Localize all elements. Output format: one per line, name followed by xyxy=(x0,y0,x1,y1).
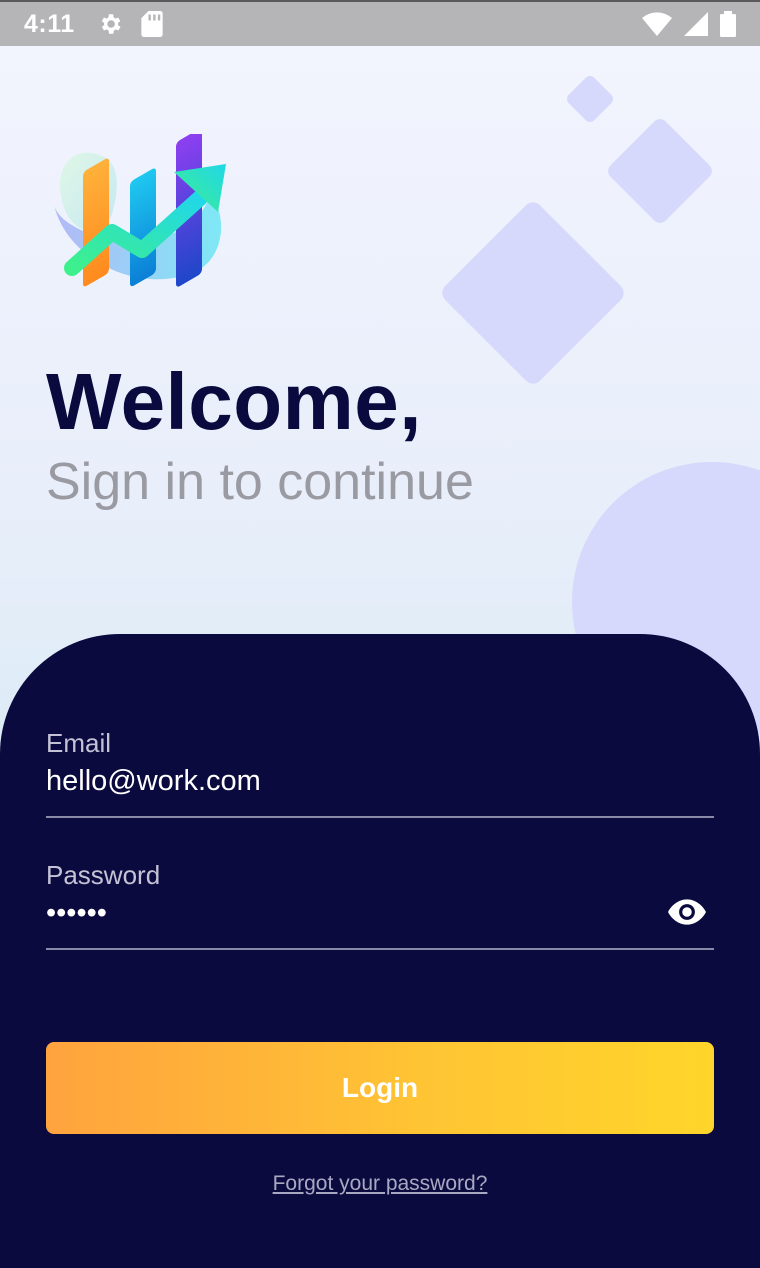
forgot-password-link[interactable]: Forgot your password? xyxy=(0,1172,760,1196)
page-title: Welcome, xyxy=(46,357,422,446)
email-label: Email xyxy=(46,728,112,758)
decor-diamond-medium xyxy=(604,115,716,227)
login-panel: Email Password Login Forgot your passwor… xyxy=(0,634,760,1268)
sd-card-icon xyxy=(141,11,163,37)
password-field: Password xyxy=(46,860,714,950)
page-subtitle: Sign in to continue xyxy=(46,453,474,511)
decor-diamond-small xyxy=(564,73,616,125)
email-input[interactable] xyxy=(46,765,646,798)
login-button[interactable]: Login xyxy=(46,1042,714,1134)
status-time: 4:11 xyxy=(24,9,75,38)
password-label: Password xyxy=(46,860,161,890)
status-bar: 4:11 xyxy=(0,0,760,46)
email-field: Email xyxy=(46,728,714,818)
login-screen: 4:11 Welcome, Sign in to continue Email … xyxy=(0,0,760,1268)
decor-diamond-large xyxy=(438,198,628,388)
gear-icon xyxy=(101,14,121,34)
password-input[interactable] xyxy=(46,897,646,930)
status-right-icons xyxy=(642,11,736,37)
signal-icon xyxy=(684,12,708,36)
battery-icon xyxy=(720,11,736,37)
status-left-icons xyxy=(97,11,163,37)
wifi-icon xyxy=(642,12,672,36)
growth-chart-logo-icon xyxy=(54,134,226,287)
eye-icon[interactable] xyxy=(668,898,706,926)
